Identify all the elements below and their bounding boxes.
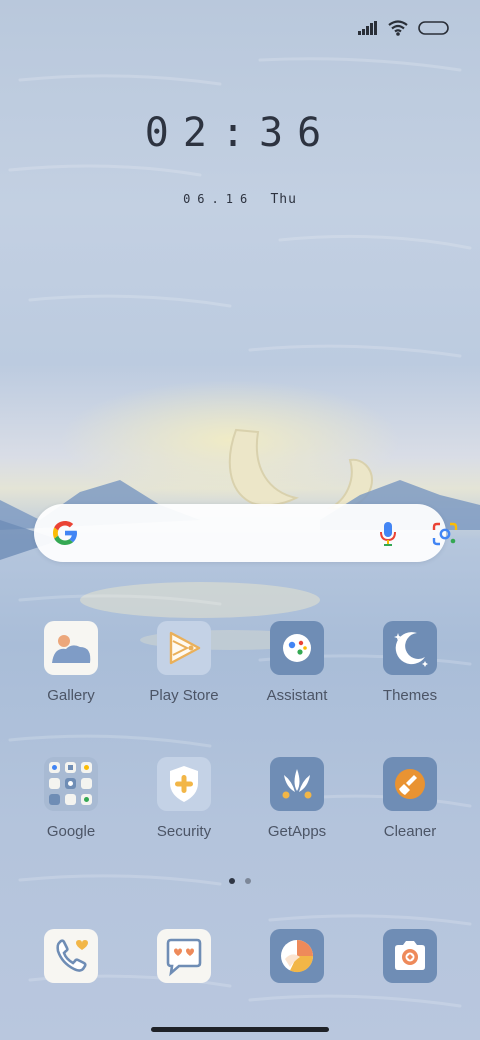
gallery-icon [44, 621, 98, 675]
cleaner-icon [383, 757, 437, 811]
dock-camera[interactable] [360, 929, 460, 983]
app-label-gallery: Gallery [47, 687, 95, 704]
app-label-cleaner: Cleaner [383, 823, 437, 840]
dock-messages[interactable] [134, 929, 234, 983]
getapps-icon [270, 757, 324, 811]
themes-icon [383, 621, 437, 675]
clock-day: Thu [270, 192, 297, 207]
google-folder-icon [44, 757, 98, 811]
page-indicator[interactable] [0, 878, 480, 884]
app-security[interactable]: Security [134, 757, 234, 840]
google-logo-icon [50, 518, 80, 552]
status-bar [358, 14, 450, 42]
wifi-icon [388, 20, 408, 36]
dock-phone[interactable] [21, 929, 121, 983]
camera-icon [383, 929, 437, 983]
battery-icon [418, 21, 450, 35]
google-lens-icon[interactable] [432, 522, 458, 550]
phone-icon [44, 929, 98, 983]
app-cleaner[interactable]: Cleaner [360, 757, 460, 840]
assistant-icon [270, 621, 324, 675]
messages-icon [157, 929, 211, 983]
app-label-google: Google [46, 823, 96, 840]
app-label-themes: Themes [382, 687, 438, 704]
signal-icon [358, 21, 378, 35]
clock-date-line[interactable]: 06.16 Thu [0, 192, 480, 207]
app-label-play-store: Play Store [149, 687, 219, 704]
microphone-icon[interactable] [378, 521, 398, 551]
app-play-store[interactable]: Play Store [134, 621, 234, 704]
home-gesture-bar[interactable] [151, 1027, 329, 1032]
google-search-bar[interactable] [34, 504, 458, 562]
app-label-assistant: Assistant [266, 687, 328, 704]
app-assistant[interactable]: Assistant [247, 621, 347, 704]
app-themes[interactable]: Themes [360, 621, 460, 704]
play-store-icon [157, 621, 211, 675]
app-label-getapps: GetApps [267, 823, 327, 840]
clock-time[interactable]: 02:36 [0, 110, 480, 156]
page-dot[interactable] [245, 878, 251, 884]
app-google-folder[interactable]: Google [21, 757, 121, 840]
app-gallery[interactable]: Gallery [21, 621, 121, 704]
security-icon [157, 757, 211, 811]
app-getapps[interactable]: GetApps [247, 757, 347, 840]
page-dot-active[interactable] [229, 878, 235, 884]
app-label-security: Security [156, 823, 212, 840]
clock-date: 06.16 [183, 192, 255, 206]
browser-icon [270, 929, 324, 983]
dock-browser[interactable] [247, 929, 347, 983]
